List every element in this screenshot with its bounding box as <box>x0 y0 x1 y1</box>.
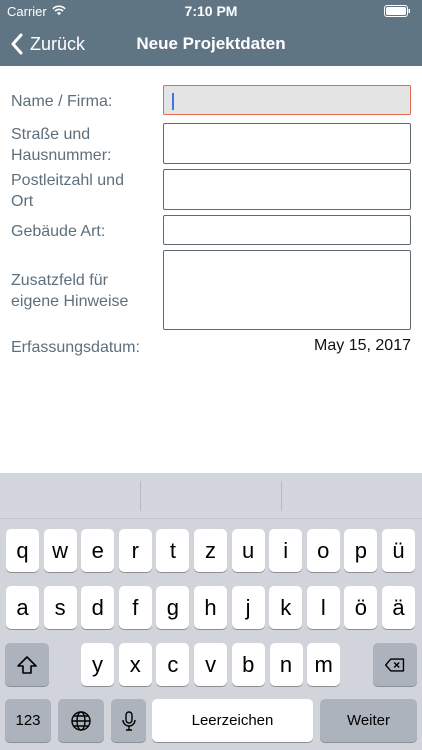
key-s[interactable]: s <box>43 586 77 629</box>
key-a[interactable]: a <box>6 586 39 629</box>
extra-label-line2: eigene Hinweise <box>11 293 129 310</box>
key-k[interactable]: k <box>269 586 303 629</box>
key-g[interactable]: g <box>156 586 190 629</box>
space-key[interactable]: Leerzeichen <box>152 699 313 742</box>
key-h[interactable]: h <box>194 586 227 629</box>
text-caret <box>172 93 174 110</box>
keyboard: qwertzuiopü asdfghjklöä yxcvbnm 123 Leer… <box>0 473 422 750</box>
key-f[interactable]: f <box>118 586 152 629</box>
postal-label-line2: Ort <box>11 193 34 210</box>
key-t[interactable]: t <box>156 529 190 572</box>
prediction-separator <box>140 481 141 511</box>
battery-icon <box>384 5 410 17</box>
microphone-icon <box>121 710 136 731</box>
status-time: 7:10 PM <box>184 3 238 19</box>
shift-icon <box>17 655 37 674</box>
key-o[interactable]: o <box>306 529 340 572</box>
date-label: Erfassungsdatum: <box>11 339 140 356</box>
globe-icon <box>71 710 91 731</box>
key-d[interactable]: d <box>81 586 115 629</box>
street-label-line2: Hausnummer: <box>11 147 112 164</box>
extra-label-line1: Zusatzfeld für <box>11 272 108 289</box>
key-u[interactable]: u <box>231 529 265 572</box>
key-e[interactable]: e <box>81 529 115 572</box>
key-w[interactable]: w <box>43 529 77 572</box>
street-label-line1: Straße und <box>11 126 91 143</box>
name-label: Name / Firma: <box>11 93 113 110</box>
prediction-separator <box>281 481 282 511</box>
key-z[interactable]: z <box>194 529 227 572</box>
key-r[interactable]: r <box>118 529 152 572</box>
key-m[interactable]: m <box>307 643 341 686</box>
prediction-bar[interactable] <box>0 473 422 519</box>
key-p[interactable]: p <box>344 529 378 572</box>
shift-key[interactable] <box>5 643 49 686</box>
street-field[interactable] <box>163 123 411 164</box>
building-field[interactable] <box>163 215 411 245</box>
extra-notes-field[interactable] <box>163 250 411 330</box>
key-v[interactable]: v <box>194 643 228 686</box>
dictation-key[interactable] <box>111 699 146 742</box>
key-y[interactable]: y <box>81 643 114 686</box>
postal-field[interactable] <box>163 169 411 210</box>
key-ö[interactable]: ö <box>344 586 378 629</box>
numbers-key[interactable]: 123 <box>5 699 51 742</box>
key-b[interactable]: b <box>231 643 265 686</box>
delete-key[interactable] <box>373 643 417 686</box>
key-x[interactable]: x <box>118 643 152 686</box>
status-bar: Carrier 7:10 PM <box>0 0 422 22</box>
name-field[interactable] <box>163 85 411 115</box>
building-label: Gebäude Art: <box>11 223 106 240</box>
key-i[interactable]: i <box>269 529 303 572</box>
return-key[interactable]: Weiter <box>320 699 417 742</box>
postal-label-line1: Postleitzahl und <box>11 172 124 189</box>
key-l[interactable]: l <box>306 586 340 629</box>
backspace-icon <box>385 657 405 672</box>
page-title: Neue Projektdaten <box>136 34 286 53</box>
navigation-bar: Zurück Neue Projektdaten <box>0 22 422 66</box>
key-n[interactable]: n <box>269 643 303 686</box>
key-ü[interactable]: ü <box>382 529 415 572</box>
key-ä[interactable]: ä <box>382 586 415 629</box>
key-j[interactable]: j <box>231 586 265 629</box>
key-c[interactable]: c <box>156 643 190 686</box>
date-value[interactable]: May 15, 2017 <box>314 337 411 355</box>
key-q[interactable]: q <box>6 529 39 572</box>
globe-key[interactable] <box>58 699 104 742</box>
